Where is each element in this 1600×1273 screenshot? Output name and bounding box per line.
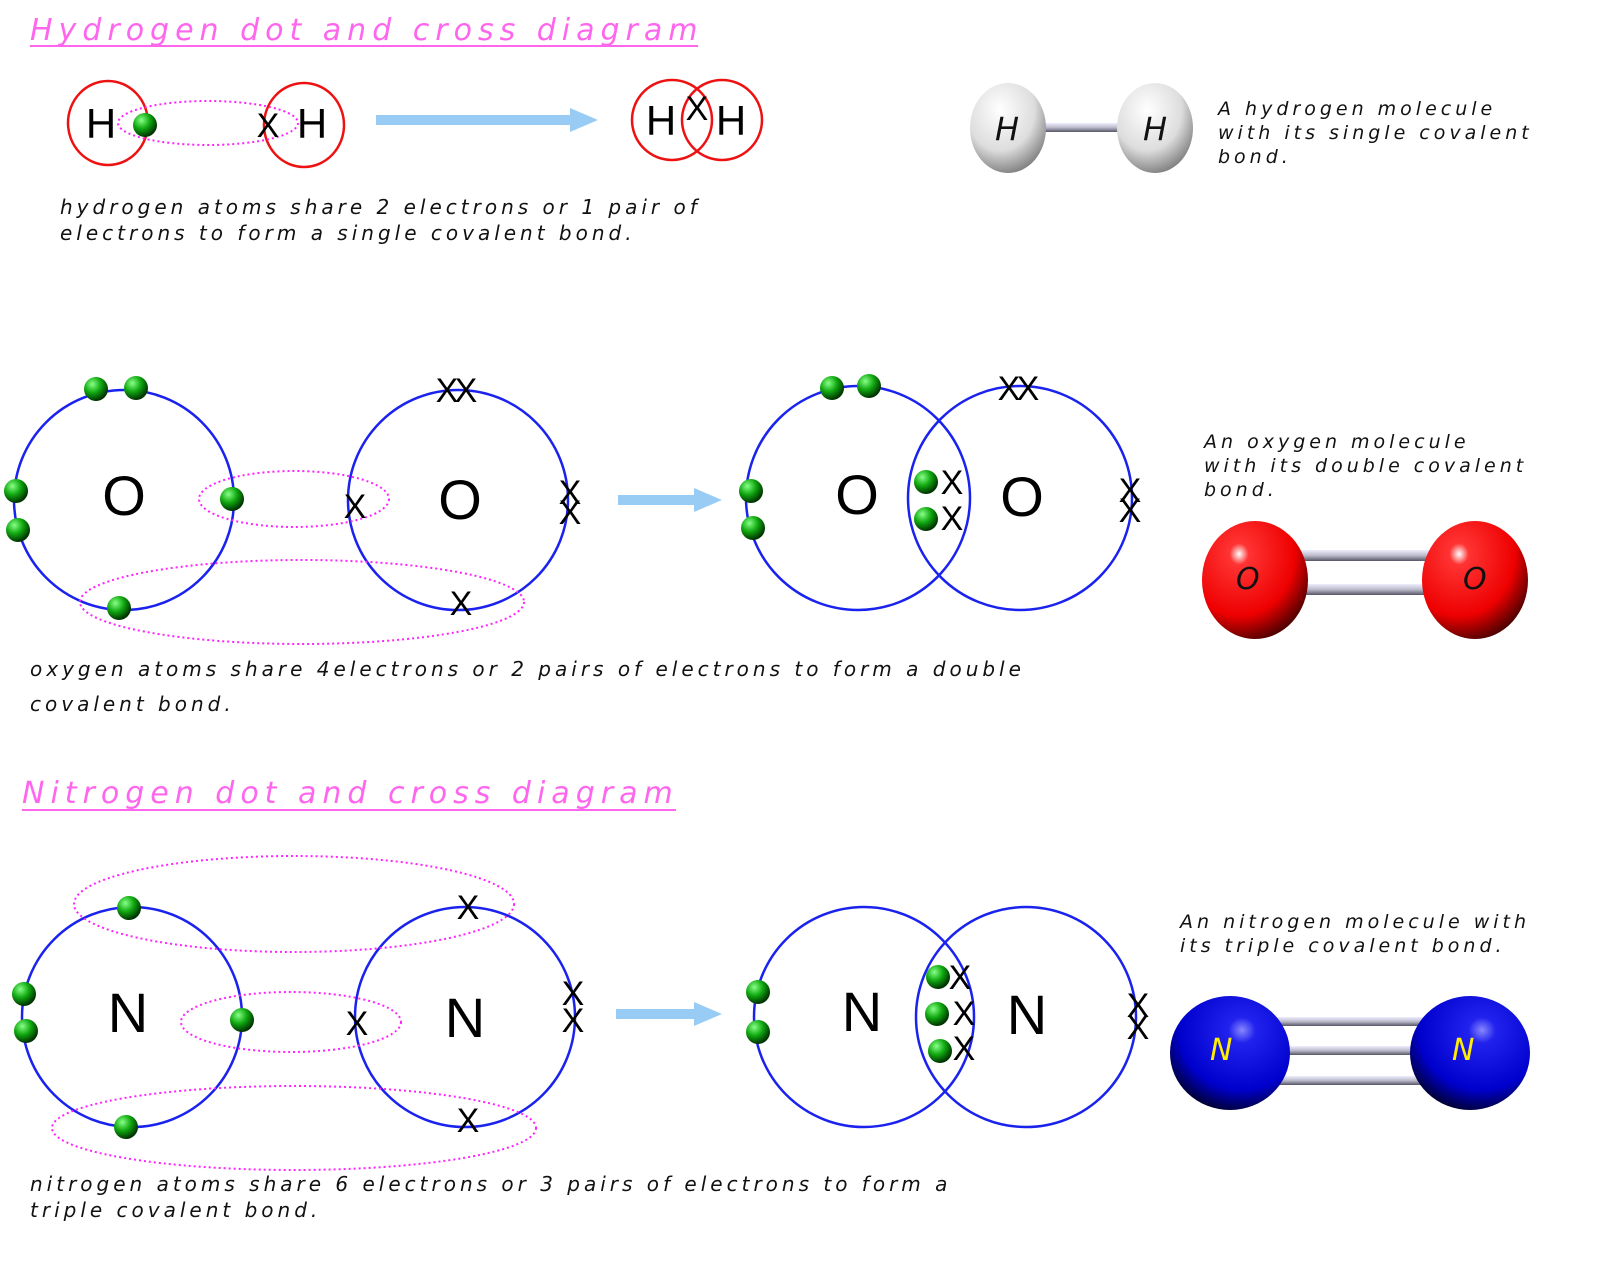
triple-bond [1270, 1017, 1430, 1026]
oxygen-caption: covalent bond. [30, 692, 235, 716]
electron-dot [914, 470, 938, 494]
atom-label: O [1236, 562, 1264, 597]
oxygen-model-label: with its double covalent [1204, 455, 1527, 477]
electron-cross: X [953, 995, 976, 1033]
nitrogen-model-label: its triple covalent bond. [1180, 935, 1506, 957]
hydrogen-3d-model: H H [970, 83, 1193, 173]
oxygen-symbol-right: O [438, 468, 482, 531]
electron-cross: X [344, 488, 367, 526]
electron-cross: X [686, 90, 709, 128]
electron-dot [914, 507, 938, 531]
atom-label: H [1143, 110, 1171, 148]
electron-dot [124, 376, 148, 400]
oxygen-3d-model: O O [1202, 521, 1528, 639]
electron-cross: X [457, 1102, 480, 1140]
triple-bond [1270, 1046, 1430, 1055]
electron-cross: X [457, 889, 480, 927]
oxygen-symbol-left: O [102, 464, 146, 527]
electron-cross: X [941, 500, 964, 538]
hydrogen-model-label: A hydrogen molecule [1216, 98, 1496, 120]
triple-bond [1270, 1076, 1430, 1085]
electron-dot [857, 374, 881, 398]
electron-dot [230, 1008, 254, 1032]
electron-dot [925, 1002, 949, 1026]
atom-label: N [1210, 1033, 1236, 1068]
electron-cross: X [450, 585, 473, 623]
atom-label: H [995, 110, 1023, 148]
nitrogen-title: Nitrogen dot and cross diagram [22, 776, 679, 811]
electron-dot [746, 980, 770, 1004]
electron-dot [741, 516, 765, 540]
electron-cross: X [257, 107, 280, 145]
electron-dot [117, 896, 141, 920]
electron-dot [84, 377, 108, 401]
electron-dot [820, 376, 844, 400]
nitrogen-model-label: An nitrogen molecule with [1178, 911, 1530, 933]
nitrogen-symbol-right: N [445, 986, 485, 1049]
atom-label: N [1452, 1033, 1478, 1068]
electron-cross: X [1119, 492, 1142, 530]
electron-cross: X [1017, 370, 1040, 408]
electron-cross: X [953, 1030, 976, 1068]
reaction-arrow-icon [376, 108, 598, 132]
nitrogen-caption: nitrogen atoms share 6 electrons or 3 pa… [30, 1172, 951, 1196]
double-bond [1290, 584, 1440, 595]
hydrogen-caption: hydrogen atoms share 2 electrons or 1 pa… [60, 195, 701, 219]
oxygen-caption: oxygen atoms share 4electrons or 2 pairs… [30, 657, 1025, 681]
covalent-bond-diagram: Hydrogen dot and cross diagram H H H H H… [4, 13, 1533, 1222]
electron-cross: X [559, 494, 582, 532]
atom-label: O [1463, 562, 1491, 597]
electron-cross: X [949, 959, 972, 997]
electron-dot [926, 965, 950, 989]
double-bond [1290, 550, 1440, 561]
hydrogen-model-label: bond. [1218, 146, 1292, 168]
electron-cross: X [562, 1002, 585, 1040]
oxygen-molecule-diagram: O O [744, 384, 1134, 612]
electron-dot [14, 1019, 38, 1043]
electron-cross: X [346, 1005, 369, 1043]
electron-cross: X [1127, 1009, 1150, 1047]
hydrogen-separate-atoms: H H [66, 79, 346, 169]
hydrogen-symbol-right: H [716, 97, 746, 144]
oxygen-separate-atoms: O O [12, 388, 570, 645]
oxygen-symbol-left: O [835, 463, 879, 526]
oxygen-model-label: An oxygen molecule [1202, 431, 1470, 453]
electron-dot [928, 1039, 952, 1063]
hydrogen-symbol-right: H [297, 100, 327, 147]
hydrogen-symbol-left: H [646, 97, 676, 144]
nitrogen-symbol-left: N [108, 981, 148, 1044]
nitrogen-3d-model: N N [1170, 996, 1530, 1110]
electron-dot [133, 113, 157, 137]
reaction-arrow-icon [616, 1002, 722, 1026]
electron-cross: X [455, 372, 478, 410]
electron-dot [746, 1020, 770, 1044]
electron-dot [12, 982, 36, 1006]
electron-marks: X XXXX XXXXXXXXXXXXXXXXXXX [4, 90, 1149, 1140]
nitrogen-separate-atoms: N N [20, 855, 577, 1171]
hydrogen-caption: electrons to form a single covalent bond… [60, 221, 636, 245]
oxygen-symbol-right: O [1000, 465, 1044, 528]
electron-dot [114, 1115, 138, 1139]
electron-dot [107, 596, 131, 620]
nitrogen-symbol-right: N [1007, 983, 1047, 1046]
reaction-arrow-icon [618, 488, 722, 512]
hydrogen-model-label: with its single covalent [1218, 122, 1533, 144]
electron-dot [739, 479, 763, 503]
nitrogen-caption: triple covalent bond. [30, 1198, 321, 1222]
nitrogen-symbol-left: N [842, 980, 882, 1043]
electron-dot [4, 479, 28, 503]
electron-dot [220, 487, 244, 511]
single-bond [1040, 123, 1120, 132]
hydrogen-symbol-left: H [86, 100, 116, 147]
hydrogen-title: Hydrogen dot and cross diagram [30, 13, 704, 48]
electron-cross: X [941, 464, 964, 502]
oxygen-model-label: bond. [1204, 479, 1278, 501]
electron-dot [6, 518, 30, 542]
